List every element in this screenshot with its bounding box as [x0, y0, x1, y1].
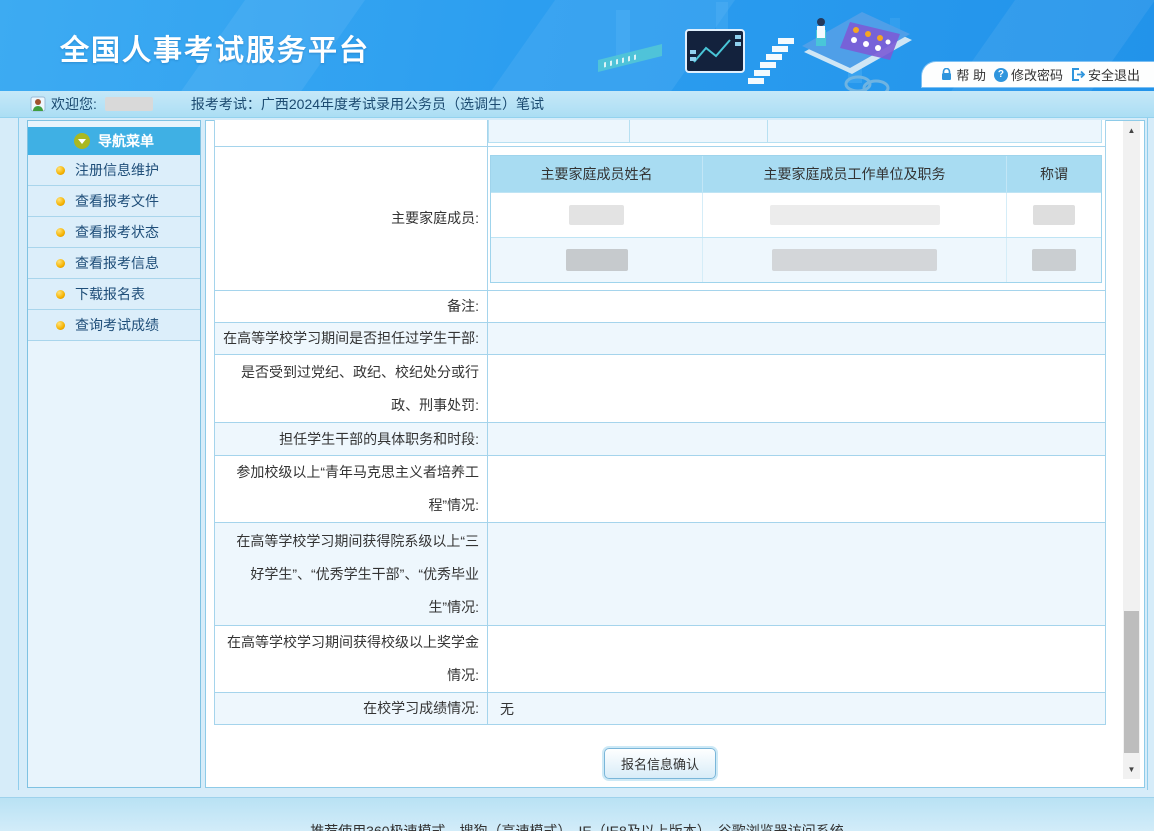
sidebar-item-register-info[interactable]: 注册信息维护 — [28, 155, 200, 186]
application-form-table: 主要家庭成员: 主要家庭成员姓名 主要家庭成员工作单位及职务 称谓 — [214, 120, 1106, 725]
redacted-member-workunit — [770, 205, 940, 225]
bullet-dot-icon — [56, 290, 65, 299]
table-row-punishment: 是否受到过党纪、政纪、校纪处分或行政、刑事处罚: — [215, 355, 1105, 423]
table-row-remark: 备注: — [215, 291, 1105, 323]
scrollbar-thumb[interactable] — [1124, 611, 1139, 753]
sidebar-item-view-exam-info[interactable]: 查看报考信息 — [28, 248, 200, 279]
redacted-member-name — [566, 249, 628, 271]
help-button[interactable]: 帮 助 — [940, 65, 986, 84]
scroll-up-arrow[interactable]: ▲ — [1123, 123, 1140, 138]
redacted-member-relation — [1032, 249, 1076, 271]
redacted-username — [105, 97, 153, 111]
monitor-illustration — [686, 30, 744, 72]
table-row-marxist-program: 参加校级以上“青年马克思主义者培养工程”情况: — [215, 456, 1105, 523]
bullet-dot-icon — [56, 228, 65, 237]
table-row-honors: 在高等学校学习期间获得院系级以上“三好学生”、“优秀学生干部”、“优秀毕业生”情… — [215, 523, 1105, 626]
bullet-dot-icon — [56, 259, 65, 268]
bullet-dot-icon — [56, 197, 65, 206]
main-area: 导航菜单 注册信息维护 查看报考文件 查看报考状态 查看报考信息 下载报名表 查… — [0, 118, 1154, 797]
family-label: 主要家庭成员: — [223, 202, 479, 235]
vertical-scrollbar[interactable]: ▲ ▼ — [1123, 121, 1140, 779]
sidebar-item-view-exam-status[interactable]: 查看报考状态 — [28, 217, 200, 248]
right-border-line — [1147, 118, 1148, 790]
table-row-academic-record: 在校学习成绩情况: 无 — [215, 693, 1105, 725]
redacted-member-workunit — [772, 249, 937, 271]
question-icon: ? — [994, 68, 1008, 82]
confirm-button-row: 报名信息确认 — [214, 748, 1106, 779]
header-illustration — [598, 0, 918, 91]
bullet-dot-icon — [56, 166, 65, 175]
sidebar-item-download-form[interactable]: 下载报名表 — [28, 279, 200, 310]
content-panel: 主要家庭成员: 主要家庭成员姓名 主要家庭成员工作单位及职务 称谓 — [205, 120, 1145, 788]
redacted-member-name — [569, 205, 624, 225]
chevron-down-circle-icon — [74, 133, 90, 149]
confirm-registration-button[interactable]: 报名信息确认 — [604, 748, 716, 779]
logout-button[interactable]: 安全退出 — [1071, 65, 1140, 84]
left-border-line — [18, 118, 19, 790]
family-table-row — [491, 237, 1101, 282]
welcome-greeting: 欢迎您: — [51, 94, 97, 114]
stairs-illustration — [748, 38, 794, 84]
browser-recommendation-text: 推荐使用360极速模式、搜狗（高速模式）、IE（IE8及以上版本）、谷歌浏览器访… — [0, 821, 1154, 831]
paperclip-illustration — [846, 77, 888, 91]
table-row-family: 主要家庭成员: 主要家庭成员姓名 主要家庭成员工作单位及职务 称谓 — [215, 147, 1105, 291]
change-password-button[interactable]: ? 修改密码 — [994, 65, 1063, 84]
family-members-table: 主要家庭成员姓名 主要家庭成员工作单位及职务 称谓 — [490, 155, 1102, 283]
user-avatar-icon — [30, 96, 46, 112]
table-row-student-cadre: 在高等学校学习期间是否担任过学生干部: — [215, 323, 1105, 355]
family-table-row — [491, 192, 1101, 237]
sidebar-item-query-scores[interactable]: 查询考试成绩 — [28, 310, 200, 341]
sidebar-item-view-exam-files[interactable]: 查看报考文件 — [28, 186, 200, 217]
lock-icon — [940, 68, 953, 81]
exit-icon — [1071, 68, 1085, 81]
exam-label: 报考考试：广西2024年度考试录用公务员（选调生）笔试 — [191, 94, 544, 114]
welcome-bar: 欢迎您: 报考考试：广西2024年度考试录用公务员（选调生）笔试 — [0, 91, 1154, 118]
sidebar-nav-header[interactable]: 导航菜单 — [28, 127, 200, 155]
family-table-header: 主要家庭成员姓名 主要家庭成员工作单位及职务 称谓 — [491, 156, 1101, 192]
bullet-dot-icon — [56, 321, 65, 330]
table-row-cutoff — [215, 120, 1105, 147]
cutoff-nested-table — [488, 120, 1102, 143]
scroll-down-arrow[interactable]: ▼ — [1123, 762, 1140, 777]
table-row-cadre-duty-period: 担任学生干部的具体职务和时段: — [215, 423, 1105, 456]
table-row-scholarship: 在高等学校学习期间获得校级以上奖学金情况: — [215, 626, 1105, 693]
page-title: 全国人事考试服务平台 — [60, 27, 370, 69]
sidebar: 导航菜单 注册信息维护 查看报考文件 查看报考状态 查看报考信息 下载报名表 查… — [27, 120, 201, 788]
utility-bar: 帮 助 ? 修改密码 安全退出 — [922, 62, 1154, 87]
app-header: 全国人事考试服务平台 帮 助 ? 修改密码 安全退出 — [0, 0, 1154, 91]
redacted-member-relation — [1033, 205, 1075, 225]
sidebar-title: 导航菜单 — [98, 131, 154, 151]
page-footer: 推荐使用360极速模式、搜狗（高速模式）、IE（IE8及以上版本）、谷歌浏览器访… — [0, 797, 1154, 831]
